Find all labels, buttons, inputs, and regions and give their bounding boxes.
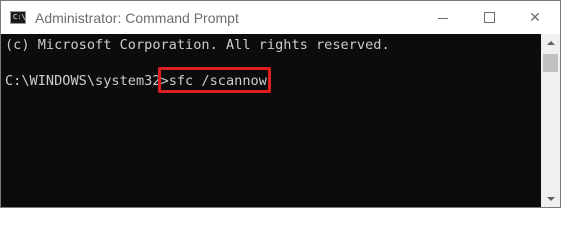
prompt-path: C:\WINDOWS\system32> xyxy=(5,73,169,89)
command-highlight-box xyxy=(158,67,271,93)
window-title: Administrator: Command Prompt xyxy=(35,10,239,26)
minimize-icon xyxy=(438,18,448,19)
copyright-line: (c) Microsoft Corporation. All rights re… xyxy=(5,37,390,53)
command-prompt-icon: C:\ xyxy=(10,11,26,24)
command-prompt-window: C:\ Administrator: Command Prompt ✕ (c) … xyxy=(0,0,561,208)
minimize-button[interactable] xyxy=(420,1,466,34)
console-output[interactable]: (c) Microsoft Corporation. All rights re… xyxy=(1,34,541,207)
maximize-button[interactable] xyxy=(466,1,512,34)
scroll-up-button[interactable] xyxy=(541,34,560,51)
close-button[interactable]: ✕ xyxy=(512,1,558,34)
arrow-down-icon xyxy=(546,196,555,201)
vertical-scrollbar[interactable] xyxy=(541,34,560,207)
scroll-thumb[interactable] xyxy=(543,54,558,72)
maximize-icon xyxy=(483,12,495,23)
arrow-up-icon xyxy=(546,40,555,45)
scroll-down-button[interactable] xyxy=(541,190,560,207)
title-bar[interactable]: C:\ Administrator: Command Prompt ✕ xyxy=(1,1,560,34)
close-icon: ✕ xyxy=(529,9,541,26)
